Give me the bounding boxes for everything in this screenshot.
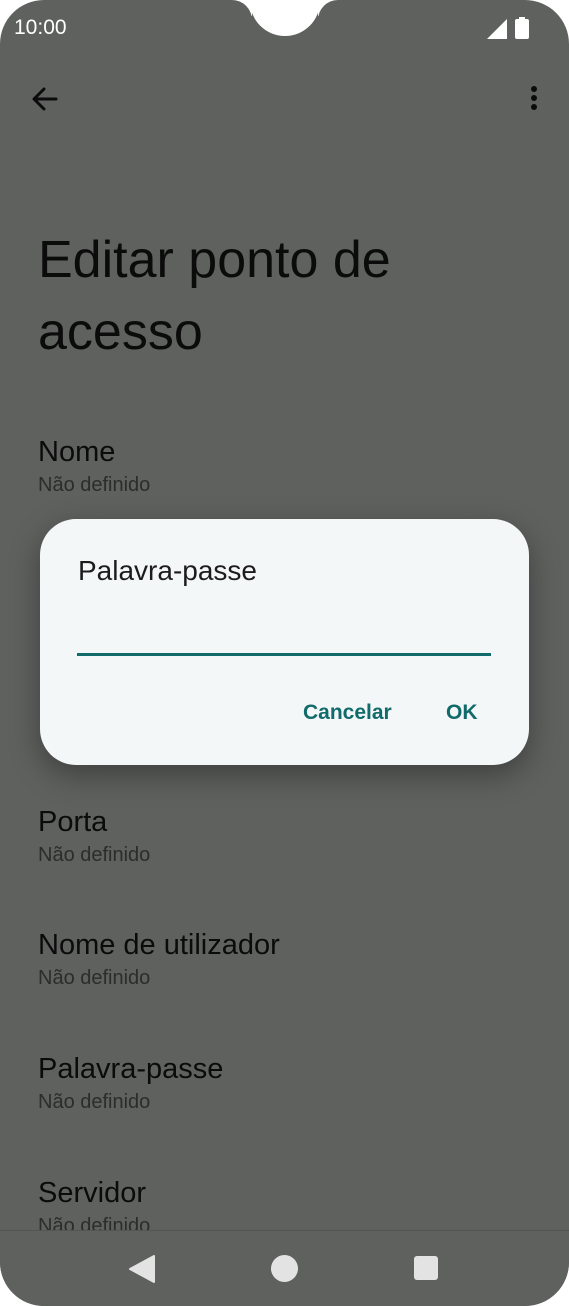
pref-item-palavra-passe[interactable]: Palavra-passe Não definido bbox=[38, 1051, 518, 1115]
pref-title: Palavra-passe bbox=[38, 1053, 224, 1085]
page-title: Editar ponto de acesso bbox=[38, 231, 391, 361]
battery-icon bbox=[515, 17, 529, 39]
pref-title: Servidor bbox=[38, 1177, 146, 1209]
pref-item-porta[interactable]: Porta Não definido bbox=[38, 804, 518, 868]
phone-screen: 10:00 Editar ponto de acesso Nome Não de… bbox=[0, 0, 569, 1306]
password-input[interactable] bbox=[77, 619, 491, 656]
cellular-signal-icon bbox=[487, 19, 507, 39]
nav-recents-icon[interactable] bbox=[414, 1256, 438, 1280]
pref-summary: Não definido bbox=[38, 967, 151, 989]
arrow-back-icon[interactable] bbox=[24, 78, 66, 120]
ok-button[interactable]: OK bbox=[446, 701, 478, 725]
cancel-button[interactable]: Cancelar bbox=[303, 701, 392, 725]
pref-summary: Não definido bbox=[38, 844, 151, 866]
notch-curve-left bbox=[210, 0, 252, 20]
status-bar: 10:00 bbox=[0, 0, 569, 60]
pref-title: Nome de utilizador bbox=[38, 929, 280, 961]
pref-item-nome-de-utilizador[interactable]: Nome de utilizador Não definido bbox=[38, 927, 518, 991]
pref-title: Nome bbox=[38, 436, 116, 468]
nav-back-icon[interactable] bbox=[128, 1254, 156, 1284]
dialog-title: Palavra-passe bbox=[78, 555, 257, 586]
pref-summary: Não definido bbox=[38, 474, 151, 496]
pref-title: Porta bbox=[38, 806, 108, 838]
camera-notch bbox=[250, 0, 320, 36]
pref-summary: Não definido bbox=[38, 1091, 151, 1113]
notch-curve-right bbox=[318, 0, 360, 20]
more-vert-icon[interactable] bbox=[516, 80, 552, 120]
status-time: 10:00 bbox=[14, 16, 67, 39]
pref-item-nome[interactable]: Nome Não definido bbox=[38, 434, 518, 498]
password-dialog: Palavra-passe Cancelar OK bbox=[40, 519, 529, 765]
nav-home-icon[interactable] bbox=[271, 1255, 298, 1282]
pref-summary: Não definido bbox=[38, 1215, 151, 1230]
pref-item-servidor[interactable]: Servidor Não definido bbox=[38, 1175, 518, 1230]
